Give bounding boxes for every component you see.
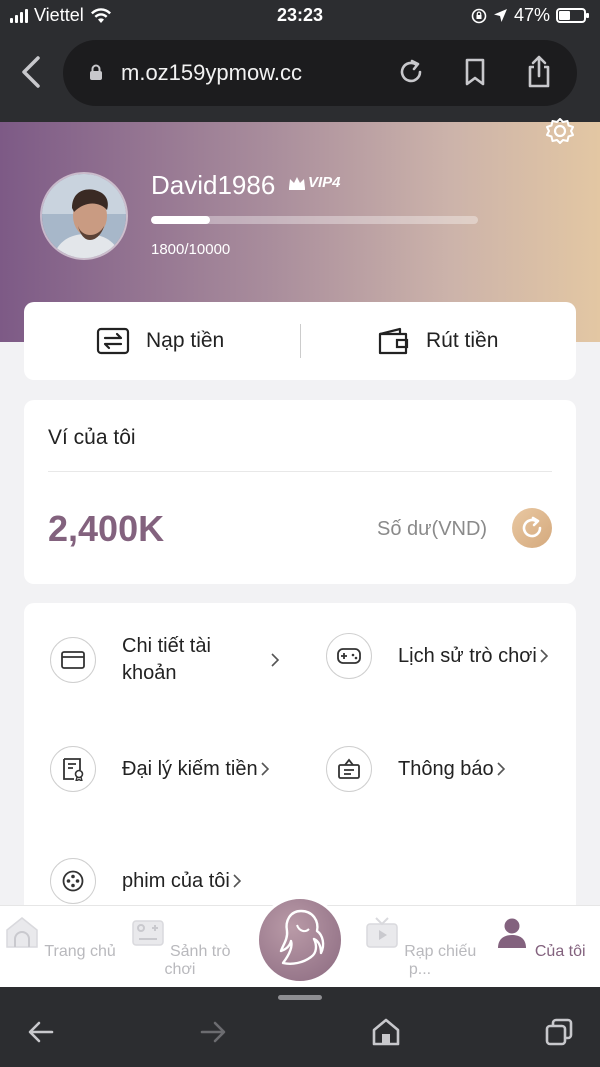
wallet-divider: [48, 471, 552, 472]
menu-label-account-details: Chi tiết tài khoản: [122, 635, 211, 684]
tab-label-cinema: Rạp chiếu p...: [404, 943, 477, 978]
chevron-right-icon: [540, 649, 548, 663]
deposit-icon: [96, 327, 130, 355]
address-bar[interactable]: m.oz159ypmow.cc: [63, 40, 577, 106]
gamepad-icon: [326, 633, 372, 679]
chevron-right-icon: [271, 653, 280, 667]
refresh-balance-button[interactable]: [512, 508, 552, 548]
woman-silhouette-icon: [279, 909, 325, 965]
user-icon: [498, 918, 527, 948]
tab-label-mine: Của tôi: [534, 943, 586, 960]
tab-cinema[interactable]: Rạp chiếu p...: [360, 914, 480, 979]
deposit-label: Nạp tiền: [146, 329, 225, 352]
tab-label-home: Trang chủ: [44, 943, 116, 960]
wallet-balance: 2,400K: [48, 508, 165, 549]
url-text[interactable]: m.oz159ypmow.cc: [121, 60, 302, 86]
wallet-title: Ví của tôi: [48, 426, 136, 449]
balance-label: Số dư(VND): [377, 518, 488, 540]
refresh-icon: [522, 516, 542, 538]
menu-item-notifications[interactable]: Thông báo: [326, 746, 506, 792]
status-bar: Viettel 23:23 47%: [0, 0, 600, 32]
avatar[interactable]: [40, 172, 128, 260]
battery-percent: 47%: [513, 5, 550, 25]
wallet-icon: [378, 327, 409, 355]
settings-gear-icon[interactable]: [543, 118, 577, 148]
film-reel-icon: [50, 858, 96, 904]
location-icon: [493, 9, 507, 22]
menu-label-game-history: Lịch sử trò chơi: [398, 644, 537, 667]
menu-item-agent[interactable]: Đại lý kiếm tiền: [50, 746, 270, 792]
orientation-lock-icon: [471, 8, 487, 23]
menu-item-account-details[interactable]: Chi tiết tài khoản: [50, 633, 300, 687]
withdraw-label: Rút tiền: [426, 329, 499, 352]
deposit-button[interactable]: Nạp tiền: [96, 302, 224, 380]
wallet-card: Ví của tôi 2,400K Số dư(VND): [24, 400, 576, 584]
browser-chrome: Viettel 23:23 47% m.oz159ypmow.cc: [0, 0, 600, 122]
exp-text: 1800/10000: [151, 241, 231, 258]
wallet-actions-card: Nạp tiền Rút tiền: [24, 302, 576, 380]
reload-icon[interactable]: [393, 54, 429, 90]
browser-back-chevron-icon[interactable]: [16, 54, 46, 90]
bookmark-icon[interactable]: [457, 54, 493, 90]
card-icon: [50, 637, 96, 683]
game-lobby-icon: [131, 920, 164, 946]
share-icon[interactable]: [521, 54, 557, 90]
browser-bottom-toolbar: [0, 987, 600, 1067]
account-menu-card: Chi tiết tài khoản Lịch sử trò chơi Đại …: [24, 603, 576, 933]
menu-item-game-history[interactable]: Lịch sử trò chơi: [326, 633, 549, 679]
home-icon: [6, 917, 38, 948]
drag-handle[interactable]: [278, 995, 322, 1000]
tabs-icon[interactable]: [544, 1017, 574, 1047]
tab-mine[interactable]: Của tôi: [480, 914, 600, 961]
avatar-portrait: [42, 174, 126, 258]
vip-badge: VIP4: [288, 174, 341, 191]
certificate-icon: [50, 746, 96, 792]
menu-label-agent: Đại lý kiếm tiền: [122, 757, 258, 780]
vip-crown-icon: [289, 176, 305, 190]
tab-game-lobby[interactable]: Sảnh trò chơi: [120, 914, 240, 979]
status-right: 47%: [471, 5, 589, 26]
tab-label-game-lobby: Sảnh trò chơi: [164, 943, 231, 978]
exp-progress-bar: [151, 216, 478, 224]
tv-icon: [366, 917, 398, 948]
notice-board-icon: [326, 746, 372, 792]
lock-icon: [90, 64, 102, 80]
username: David1986: [151, 170, 276, 200]
home-icon[interactable]: [371, 1017, 401, 1047]
menu-item-my-movies[interactable]: phim của tôi: [50, 858, 242, 904]
back-arrow-icon[interactable]: [26, 1017, 56, 1047]
vip-level: VIP4: [308, 174, 341, 191]
actions-divider: [300, 324, 301, 358]
menu-label-notifications: Thông báo: [398, 757, 494, 780]
center-feature-button[interactable]: [256, 896, 344, 984]
menu-label-my-movies: phim của tôi: [122, 869, 230, 892]
battery-icon: [556, 8, 589, 23]
chevron-right-icon: [497, 762, 505, 776]
chevron-right-icon: [261, 762, 269, 776]
tab-home[interactable]: Trang chủ: [0, 914, 120, 961]
chevron-right-icon: [233, 874, 241, 888]
forward-arrow-icon[interactable]: [198, 1017, 228, 1047]
withdraw-button[interactable]: Rút tiền: [376, 302, 498, 380]
